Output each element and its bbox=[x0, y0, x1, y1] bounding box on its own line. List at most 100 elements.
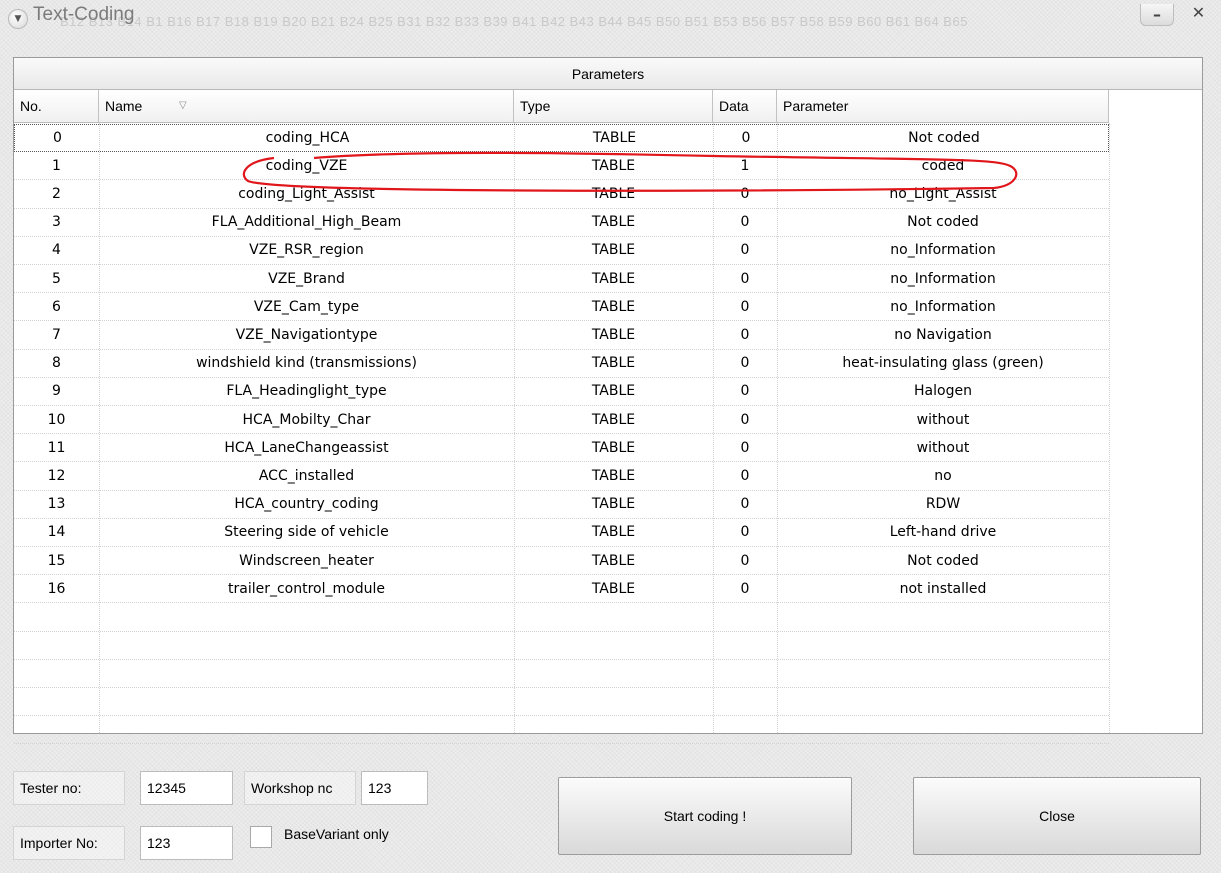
table-row[interactable]: 14 Steering side of vehicle TABLE 0 Left-han… bbox=[14, 519, 1109, 547]
cell-data: 0 bbox=[740, 496, 750, 513]
sort-arrow-icon: ▽ bbox=[179, 100, 187, 111]
cell-parameter: without bbox=[916, 411, 970, 428]
cell-no: 7 bbox=[52, 326, 61, 343]
cell-type: TABLE bbox=[591, 185, 636, 202]
cell-name: VZE_Navigationtype bbox=[235, 326, 378, 343]
cell-no: 2 bbox=[52, 185, 61, 202]
cell-no: 6 bbox=[52, 298, 61, 315]
column-label: Data bbox=[719, 98, 749, 114]
cell-parameter: Not coded bbox=[908, 130, 980, 147]
cell-name: HCA_Mobilty_Char bbox=[242, 411, 371, 428]
cell-no: 1 bbox=[52, 157, 61, 174]
table-row[interactable]: 0 coding_HCA TABLE 0 Not coded bbox=[14, 124, 1109, 153]
table-row[interactable]: 7 VZE_Navigationtype TABLE 0 no Navigation bbox=[14, 321, 1109, 350]
cell-no: 16 bbox=[47, 580, 66, 597]
empty-table-row bbox=[14, 632, 1109, 660]
minimize-button[interactable]: – bbox=[1140, 4, 1174, 26]
basevariant-checkbox[interactable] bbox=[250, 826, 272, 848]
cell-parameter: no_Information bbox=[890, 242, 996, 259]
table-row[interactable]: 12 ACC_installed TABLE 0 no bbox=[14, 462, 1109, 491]
table-row[interactable]: 6 VZE_Cam_type TABLE 0 no_Information bbox=[14, 293, 1109, 322]
empty-table-row bbox=[14, 716, 1109, 745]
tester-no-input[interactable] bbox=[140, 771, 233, 805]
table-row[interactable]: 2 coding_Light_Assist TABLE 0 no_Light_Assis… bbox=[14, 180, 1109, 209]
cell-parameter: Not coded bbox=[907, 214, 979, 231]
start-coding-button[interactable]: Start coding ! bbox=[558, 777, 852, 855]
column-header-type[interactable]: Type bbox=[514, 90, 713, 123]
cell-data: 0 bbox=[740, 270, 750, 287]
table-row[interactable]: 5 VZE_Brand TABLE 0 no_Information bbox=[14, 265, 1109, 294]
cell-parameter: no_Information bbox=[890, 270, 996, 287]
chevron-down-icon: ▼ bbox=[14, 14, 22, 24]
column-label: No. bbox=[20, 98, 42, 114]
cell-type: TABLE bbox=[591, 326, 636, 343]
cell-parameter: Left-hand drive bbox=[889, 524, 997, 541]
importer-no-input[interactable] bbox=[140, 826, 233, 860]
cell-parameter: no bbox=[934, 467, 952, 484]
cell-name: FLA_Headinglight_type bbox=[226, 383, 387, 400]
column-header-data[interactable]: Data bbox=[713, 90, 777, 123]
column-label: Name bbox=[105, 98, 143, 114]
column-header-no[interactable]: No. bbox=[14, 90, 99, 123]
empty-table-row bbox=[14, 660, 1109, 688]
minimize-icon: – bbox=[1153, 5, 1161, 24]
cell-no: 9 bbox=[52, 383, 61, 400]
window-close-button[interactable]: ✕ bbox=[1176, 0, 1221, 24]
table-row[interactable]: 1 coding_VZE TABLE 1 coded bbox=[14, 152, 1109, 181]
cell-name: trailer_control_module bbox=[228, 580, 385, 597]
title-bar: B12 B13 B14 B1 B16 B17 B18 B19 B20 B21 B… bbox=[0, 0, 1221, 40]
cell-parameter: Not coded bbox=[907, 552, 979, 569]
cell-name: VZE_RSR_region bbox=[249, 242, 364, 259]
column-divider bbox=[1109, 123, 1110, 733]
empty-table-row bbox=[14, 688, 1109, 717]
column-label: Parameter bbox=[783, 98, 849, 114]
cell-type: TABLE bbox=[591, 524, 636, 541]
table-row[interactable]: 3 FLA_Additional_High_Beam TABLE 0 Not coded bbox=[14, 209, 1109, 237]
cell-type: TABLE bbox=[591, 242, 636, 259]
workshop-no-input[interactable] bbox=[361, 771, 428, 805]
cell-data: 0 bbox=[740, 552, 750, 569]
cell-parameter: coded bbox=[921, 157, 965, 174]
basevariant-label: BaseVariant only bbox=[284, 826, 389, 842]
cell-name: coding_HCA bbox=[265, 130, 350, 147]
text-coding-window: B12 B13 B14 B1 B16 B17 B18 B19 B20 B21 B… bbox=[0, 0, 1221, 873]
cell-type: TABLE bbox=[591, 552, 636, 569]
table-row[interactable]: 13 HCA_country_coding TABLE 0 RDW bbox=[14, 491, 1109, 519]
label-text: Tester no: bbox=[20, 780, 82, 796]
cell-type: TABLE bbox=[591, 270, 636, 287]
close-button[interactable]: Close bbox=[913, 777, 1201, 855]
column-header-name[interactable]: Name ▽ bbox=[99, 90, 514, 123]
cell-name: VZE_Brand bbox=[268, 270, 345, 287]
cell-parameter: without bbox=[916, 439, 970, 456]
title-strip: B12 B13 B14 B1 B16 B17 B18 B19 B20 B21 B… bbox=[60, 14, 968, 29]
cell-name: HCA_country_coding bbox=[234, 496, 379, 513]
table-row[interactable]: 16 trailer_control_module TABLE 0 not instal… bbox=[14, 575, 1109, 604]
cell-data: 1 bbox=[740, 157, 750, 174]
table-row[interactable]: 9 FLA_Headinglight_type TABLE 0 Halogen bbox=[14, 378, 1109, 406]
table-row[interactable]: 11 HCA_LaneChangeassist TABLE 0 without bbox=[14, 434, 1109, 463]
cell-parameter: heat-insulating glass (green) bbox=[842, 355, 1044, 372]
cell-parameter: Halogen bbox=[914, 383, 972, 400]
cell-no: 10 bbox=[47, 411, 66, 428]
cell-data: 0 bbox=[740, 439, 750, 456]
cell-no: 15 bbox=[47, 552, 66, 569]
cell-data: 0 bbox=[740, 298, 750, 315]
cell-data: 0 bbox=[740, 580, 750, 597]
table-row[interactable]: 4 VZE_RSR_region TABLE 0 no_Information bbox=[14, 237, 1109, 265]
table-row[interactable]: 10 HCA_Mobilty_Char TABLE 0 without bbox=[14, 406, 1109, 435]
cell-no: 4 bbox=[52, 242, 61, 259]
cell-type: TABLE bbox=[591, 467, 636, 484]
cell-data: 0 bbox=[741, 130, 751, 147]
cell-data: 0 bbox=[740, 242, 750, 259]
table-row[interactable]: 8 windshield kind (transmissions) TABLE 0 he… bbox=[14, 350, 1109, 378]
cell-name: coding_Light_Assist bbox=[238, 185, 375, 202]
table-row[interactable]: 15 Windscreen_heater TABLE 0 Not coded bbox=[14, 547, 1109, 576]
cell-data: 0 bbox=[740, 467, 750, 484]
cell-type: TABLE bbox=[591, 411, 636, 428]
column-header-parameter[interactable]: Parameter bbox=[777, 90, 1109, 123]
cell-name: ACC_installed bbox=[258, 467, 355, 484]
importer-no-label: Importer No: bbox=[13, 826, 125, 860]
window-menu-button[interactable]: ▼ bbox=[8, 9, 28, 29]
empty-table-row bbox=[14, 603, 1109, 632]
cell-parameter: no Navigation bbox=[894, 326, 992, 343]
